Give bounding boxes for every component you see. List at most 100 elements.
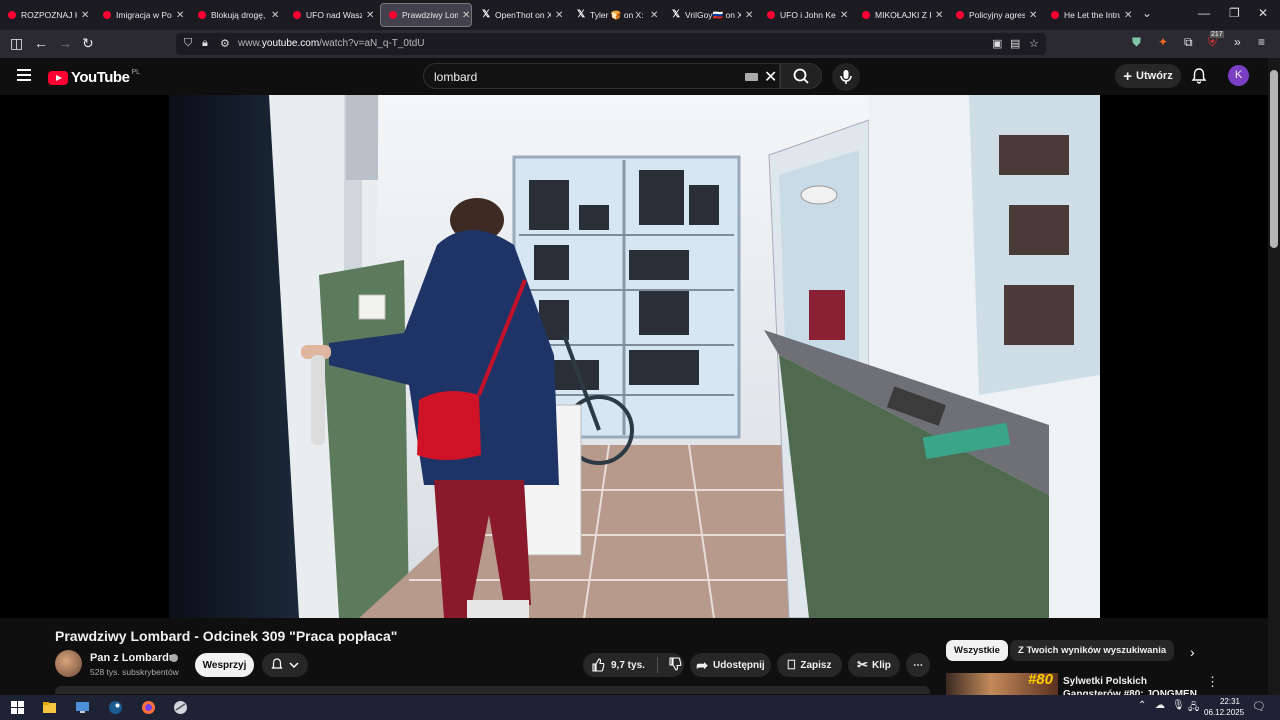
- more-dots-icon: ⋯: [913, 659, 923, 671]
- forward-icon[interactable]: →: [58, 35, 72, 51]
- like-button[interactable]: 9,7 tys.: [591, 658, 645, 672]
- thumbs-down-icon: [669, 656, 682, 671]
- more-actions-button[interactable]: ⋯: [906, 653, 930, 677]
- close-tab-icon[interactable]: ✕: [271, 10, 279, 21]
- overflow-chevron-icon[interactable]: »: [1234, 35, 1241, 49]
- network-icon[interactable]: 🖧: [1188, 700, 1199, 717]
- support-button[interactable]: Wesprzyj: [195, 653, 254, 677]
- page-scrollbar[interactable]: [1268, 58, 1280, 695]
- browser-tab[interactable]: Imigracja w Pols ✕: [95, 3, 187, 27]
- close-tab-icon[interactable]: ✕: [366, 10, 374, 21]
- reload-icon[interactable]: ↻: [82, 35, 94, 52]
- restore-icon[interactable]: ❐: [1229, 6, 1240, 20]
- extensions-puzzle-icon[interactable]: ⧉: [1184, 35, 1193, 50]
- browser-tab[interactable]: UFO i John Kenn✕: [759, 3, 851, 27]
- browser-tab[interactable]: He Let the Intru ✕: [1043, 3, 1135, 27]
- close-tab-icon[interactable]: ✕: [1029, 10, 1037, 21]
- save-button[interactable]: ⎕ Zapisz: [777, 653, 842, 677]
- chips-next-chevron-icon[interactable]: ›: [1190, 644, 1195, 660]
- browser-tab[interactable]: ROZPOZNAJ KO✕: [0, 3, 92, 27]
- extension-fox-icon[interactable]: ✦: [1158, 35, 1168, 49]
- create-button[interactable]: + Utwórz: [1115, 64, 1181, 88]
- browser-tab[interactable]: Blokują drogę, z ✕: [190, 3, 282, 27]
- browser-tab[interactable]: UFO nad Waszyn✕: [285, 3, 377, 27]
- ublock-icon[interactable]: ⛨ 217: [1208, 31, 1224, 50]
- browser-tab-active[interactable]: Prawdziwy Lomb✕: [380, 3, 472, 27]
- notifications-bell-icon[interactable]: [1190, 67, 1208, 85]
- close-tab-icon[interactable]: ✕: [840, 10, 848, 21]
- microphone-tray-icon[interactable]: 🎙︎: [1172, 700, 1185, 711]
- clip-button[interactable]: ✂ Klip: [848, 653, 900, 677]
- close-tab-icon[interactable]: ✕: [745, 10, 753, 21]
- back-icon[interactable]: ←: [34, 35, 48, 51]
- browser-tab[interactable]: 𝕏 OpenThot on X: ✕: [474, 3, 566, 27]
- tray-chevron-icon[interactable]: ⌃: [1138, 700, 1146, 711]
- scrollbar-thumb[interactable]: [1270, 70, 1278, 248]
- close-tab-icon[interactable]: ✕: [176, 10, 184, 21]
- recommended-more-icon[interactable]: ⋮: [1206, 674, 1219, 690]
- address-bar[interactable]: ⛉ 🔒︎ ⚙ www.youtube.com/watch?v=aN_q-T_0t…: [176, 33, 1046, 55]
- youtube-icon: [8, 11, 16, 19]
- file-explorer-icon[interactable]: [42, 700, 57, 715]
- search-icon: [793, 68, 809, 84]
- account-avatar[interactable]: K: [1228, 65, 1249, 86]
- scissors-icon: ✂: [857, 657, 868, 672]
- close-window-icon[interactable]: ✕: [1258, 6, 1268, 20]
- search-button[interactable]: [780, 63, 822, 89]
- hamburger-menu-icon[interactable]: [17, 69, 31, 81]
- youtube-icon: [1051, 11, 1059, 19]
- vpn-shield-icon[interactable]: ⛊: [1132, 35, 1141, 50]
- clear-search-icon[interactable]: ✕: [764, 67, 777, 87]
- chip-all[interactable]: Wszystkie: [946, 640, 1008, 661]
- voice-search-button[interactable]: [832, 63, 860, 91]
- video-player[interactable]: [0, 95, 1268, 618]
- browser-tab[interactable]: 𝕏 VrilGoy🇷🇺 on X: ✕: [664, 3, 756, 27]
- thumbs-up-icon: [592, 658, 605, 672]
- minimize-icon[interactable]: —: [1198, 6, 1210, 20]
- monitor-app-icon[interactable]: [75, 700, 90, 715]
- app-menu-icon[interactable]: ≡: [1258, 35, 1265, 49]
- browser-tab[interactable]: Policyjny agresc ✕: [948, 3, 1040, 27]
- notification-settings-button[interactable]: [262, 653, 308, 677]
- shield-icon[interactable]: ⛉: [184, 37, 192, 50]
- plus-icon: +: [1123, 67, 1133, 85]
- url-text[interactable]: www.youtube.com/watch?v=aN_q-T_0tdU: [238, 38, 425, 49]
- onedrive-cloud-icon[interactable]: ☁: [1155, 700, 1165, 711]
- channel-name[interactable]: Pan z Lombardu: [90, 652, 176, 664]
- close-tab-icon[interactable]: ✕: [555, 10, 563, 21]
- close-tab-icon[interactable]: ✕: [935, 10, 943, 21]
- permissions-icon[interactable]: ⚙: [220, 37, 230, 50]
- chip-from-your-search[interactable]: Z Twoich wyników wyszukiwania: [1010, 640, 1175, 661]
- notifications-icon[interactable]: 🗨: [1252, 700, 1266, 713]
- picture-in-picture-icon[interactable]: ▣: [992, 37, 1002, 50]
- tab-list-chevron-icon[interactable]: ⌄: [1142, 6, 1152, 20]
- channel-avatar[interactable]: [55, 650, 82, 677]
- close-tab-icon[interactable]: ✕: [462, 10, 470, 21]
- youtube-icon: [103, 11, 111, 19]
- dislike-button[interactable]: [668, 656, 682, 674]
- search-input[interactable]: lombard ✕: [423, 63, 780, 89]
- browser-tab[interactable]: 𝕏 Tyler 🍞 on X: "I ✕: [569, 3, 661, 27]
- youtube-logo[interactable]: YouTube PL: [48, 69, 140, 86]
- bookmark-star-icon[interactable]: ☆: [1029, 37, 1039, 50]
- video-still-pawnshop-scene: [169, 95, 1100, 618]
- recommended-video-thumbnail[interactable]: #80: [946, 673, 1058, 695]
- share-button[interactable]: ➦ Udostępnij: [690, 653, 771, 677]
- close-tab-icon[interactable]: ✕: [1124, 10, 1132, 21]
- keyboard-icon[interactable]: [745, 73, 758, 81]
- browser-tab[interactable]: MIKOŁAJKI Z KA✕: [854, 3, 946, 27]
- app-icon[interactable]: [173, 700, 188, 715]
- video-frame[interactable]: [169, 95, 1100, 618]
- close-tab-icon[interactable]: ✕: [650, 10, 658, 21]
- windows-start-icon[interactable]: [10, 700, 25, 715]
- taskbar-clock[interactable]: 22:31 06.12.2025: [1204, 696, 1244, 718]
- bell-chevron-icon: [271, 658, 299, 669]
- close-tab-icon[interactable]: ✕: [81, 10, 89, 21]
- reader-view-icon[interactable]: ▤: [1010, 37, 1020, 50]
- x-icon: 𝕏: [577, 9, 586, 20]
- description-box[interactable]: [55, 686, 930, 694]
- sidebar-toggle-icon[interactable]: ◫: [10, 35, 23, 52]
- steam-icon[interactable]: [108, 700, 123, 715]
- lock-icon[interactable]: 🔒︎: [202, 37, 208, 50]
- firefox-icon[interactable]: [141, 700, 156, 715]
